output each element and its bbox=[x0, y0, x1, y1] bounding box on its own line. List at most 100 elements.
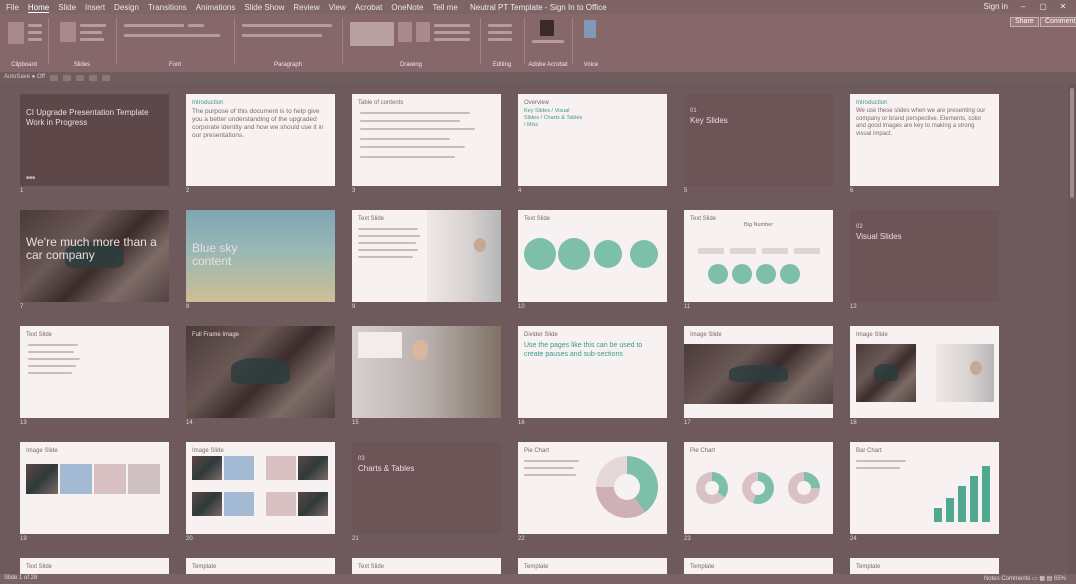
slide-thumbnail[interactable]: Full Frame Image bbox=[186, 326, 335, 418]
slide-thumbnail[interactable]: Template bbox=[518, 558, 667, 574]
slide-thumbnail[interactable]: Blue sky content bbox=[186, 210, 335, 302]
slide-thumbnail[interactable]: Template bbox=[850, 558, 999, 574]
shapes-gallery[interactable] bbox=[350, 22, 394, 46]
tab-view[interactable]: View bbox=[329, 3, 346, 13]
shape-effects-button[interactable] bbox=[434, 38, 470, 41]
slide-thumbnail[interactable]: Text Slide bbox=[518, 210, 667, 302]
minimize-button[interactable]: – bbox=[1018, 2, 1028, 11]
tab-slideshow[interactable]: Slide Show bbox=[244, 3, 284, 13]
slide-thumbnail[interactable]: Divider Slide Use the pages like this ca… bbox=[518, 326, 667, 418]
slide-number: 8 bbox=[186, 304, 190, 310]
slide-thumbnail[interactable]: Text Slide bbox=[20, 558, 169, 574]
share-button[interactable]: Share bbox=[1010, 17, 1039, 27]
divider bbox=[116, 18, 117, 64]
slide-thumbnail[interactable]: 03 Charts & Tables bbox=[352, 442, 501, 534]
slide-thumbnail[interactable]: 02 Visual Slides bbox=[850, 210, 999, 302]
new-slide-icon[interactable] bbox=[60, 22, 76, 42]
view-controls[interactable]: Notes Comments ▭ ▦ ▤ 65% bbox=[984, 575, 1066, 582]
slide-title: Template bbox=[524, 564, 549, 570]
font-size-select[interactable] bbox=[188, 24, 204, 27]
slide-thumbnail[interactable]: 01 Key Slides bbox=[684, 94, 833, 186]
undo-icon[interactable] bbox=[63, 75, 71, 81]
slide-thumbnail[interactable]: Introduction We use these slides when we… bbox=[850, 94, 999, 186]
chart-bar bbox=[982, 466, 990, 522]
format-painter-icon[interactable] bbox=[28, 38, 42, 41]
slide-thumbnail[interactable]: Pie Chart bbox=[684, 442, 833, 534]
quick-access-icons bbox=[50, 75, 110, 81]
slide-title: 02 bbox=[856, 224, 863, 230]
copy-icon[interactable] bbox=[28, 31, 42, 34]
tab-slide[interactable]: Slide bbox=[58, 3, 76, 13]
editing-group: Editing bbox=[484, 16, 520, 68]
autosave-toggle[interactable]: AutoSave ● Off bbox=[4, 74, 45, 80]
close-button[interactable]: ✕ bbox=[1058, 2, 1068, 11]
shape-outline-button[interactable] bbox=[434, 31, 470, 34]
scrollbar-thumb[interactable] bbox=[1070, 88, 1074, 198]
slide-thumbnail[interactable]: Image Slide bbox=[850, 326, 999, 418]
align-buttons[interactable] bbox=[242, 34, 322, 37]
replace-button[interactable] bbox=[488, 31, 512, 34]
tab-home[interactable]: Home bbox=[27, 3, 50, 13]
slide-thumbnail[interactable]: Text Slide bbox=[352, 210, 501, 302]
slide-thumbnail[interactable]: Text Slide bbox=[20, 326, 169, 418]
slide-thumbnail[interactable]: We're much more than a car company bbox=[20, 210, 169, 302]
slide-thumbnail[interactable] bbox=[352, 326, 501, 418]
customize-icon[interactable] bbox=[102, 75, 110, 81]
slide-thumbnail[interactable]: Overview Key Slides / Visual Slides / Ch… bbox=[518, 94, 667, 186]
reset-button[interactable] bbox=[80, 31, 102, 34]
voice-label: Voice bbox=[583, 62, 599, 68]
select-button[interactable] bbox=[488, 38, 512, 41]
slide-title: Text Slide bbox=[358, 564, 385, 570]
list-buttons[interactable] bbox=[242, 24, 332, 27]
acrobat-pdf-icon[interactable] bbox=[540, 20, 554, 36]
slide-thumbnail[interactable]: Table of contents bbox=[352, 94, 501, 186]
drawing-label: Drawing bbox=[399, 62, 422, 68]
tab-review[interactable]: Review bbox=[293, 3, 319, 13]
slide-title: Divider Slide bbox=[524, 332, 558, 338]
dictate-icon[interactable] bbox=[584, 20, 596, 38]
create-pdf-button[interactable] bbox=[532, 40, 564, 43]
status-bar: Slide 1 of 28 Notes Comments ▭ ▦ ▤ 65% bbox=[0, 574, 1076, 584]
tab-transitions[interactable]: Transitions bbox=[148, 3, 187, 13]
slide-text: Visual Slides bbox=[856, 232, 902, 241]
redo-icon[interactable] bbox=[76, 75, 84, 81]
cut-icon[interactable] bbox=[28, 24, 42, 27]
slide-thumbnail[interactable]: Image Slide bbox=[20, 442, 169, 534]
tab-acrobat[interactable]: Acrobat bbox=[355, 3, 383, 13]
slide-thumbnail[interactable]: Image Slide bbox=[684, 326, 833, 418]
find-button[interactable] bbox=[488, 24, 512, 27]
slide-thumbnail[interactable]: Pie Chart bbox=[518, 442, 667, 534]
save-icon[interactable] bbox=[50, 75, 58, 81]
layout-button[interactable] bbox=[80, 24, 106, 27]
comments-button[interactable]: Comments bbox=[1040, 17, 1076, 27]
text-line bbox=[28, 344, 78, 346]
slide-thumbnail[interactable]: Image Slide bbox=[186, 442, 335, 534]
quick-styles-icon[interactable] bbox=[416, 22, 430, 42]
slide-title: Pie Chart bbox=[690, 448, 716, 454]
slide-thumbnail[interactable]: Text Slide Big Number bbox=[684, 210, 833, 302]
font-format-buttons[interactable] bbox=[124, 34, 220, 37]
tab-design[interactable]: Design bbox=[114, 3, 139, 13]
start-presentation-icon[interactable] bbox=[89, 75, 97, 81]
sign-in-link[interactable]: Sign in bbox=[984, 2, 1008, 11]
car-image bbox=[684, 344, 833, 404]
shape-fill-button[interactable] bbox=[434, 24, 470, 27]
tell-me-search[interactable]: Tell me bbox=[432, 3, 457, 13]
slide-thumbnail[interactable]: Bar Chart bbox=[850, 442, 999, 534]
paste-icon[interactable] bbox=[8, 22, 24, 44]
slide-thumbnail[interactable]: Template bbox=[684, 558, 833, 574]
slide-thumbnail[interactable]: Introduction The purpose of this documen… bbox=[186, 94, 335, 186]
section-button[interactable] bbox=[80, 38, 104, 41]
tab-file[interactable]: File bbox=[6, 3, 19, 13]
font-family-select[interactable] bbox=[124, 24, 184, 27]
tab-onenote[interactable]: OneNote bbox=[391, 3, 423, 13]
arrange-icon[interactable] bbox=[398, 22, 412, 42]
slide-thumbnail[interactable]: Text Slide bbox=[352, 558, 501, 574]
tab-animations[interactable]: Animations bbox=[196, 3, 236, 13]
slide-thumbnail[interactable]: Template bbox=[186, 558, 335, 574]
tab-insert[interactable]: Insert bbox=[85, 3, 105, 13]
maximize-button[interactable]: ▢ bbox=[1038, 2, 1048, 11]
vertical-scrollbar[interactable] bbox=[1068, 84, 1076, 574]
slide-title: Bar Chart bbox=[856, 448, 882, 454]
slide-thumbnail[interactable]: CI Upgrade Presentation Template Work in… bbox=[20, 94, 169, 186]
